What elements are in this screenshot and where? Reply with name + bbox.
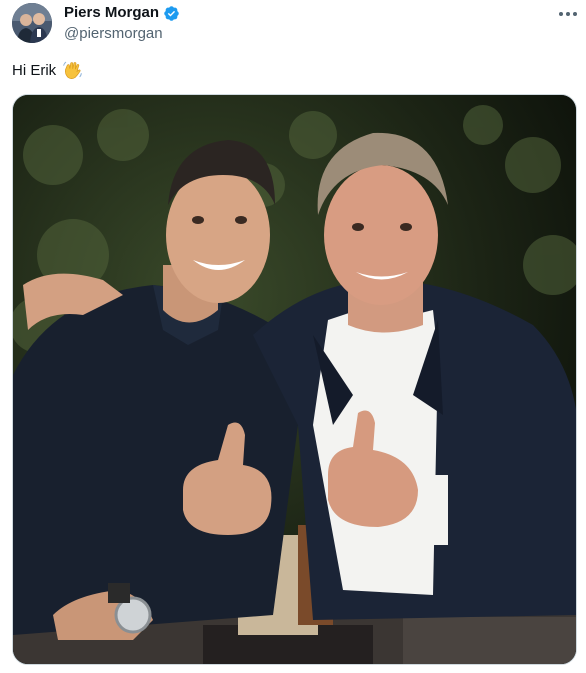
more-options-button[interactable]	[555, 4, 581, 24]
tweet-photo[interactable]	[12, 94, 577, 665]
tweet-text: Hi Erik	[12, 60, 83, 81]
author-name-row[interactable]: Piers Morgan	[64, 4, 180, 22]
avatar-image	[12, 3, 52, 43]
verified-badge-icon	[163, 5, 180, 22]
waving-hand-emoji-icon	[62, 60, 83, 81]
tweet-text-content: Hi Erik	[12, 61, 57, 79]
author-display-name[interactable]: Piers Morgan	[64, 4, 159, 22]
author-handle[interactable]: @piersmorgan	[64, 25, 163, 43]
avatar[interactable]	[12, 3, 52, 43]
ellipsis-icon	[559, 12, 577, 16]
photo-image	[13, 95, 576, 664]
tweet: Piers Morgan @piersmorgan Hi Erik	[0, 0, 586, 673]
